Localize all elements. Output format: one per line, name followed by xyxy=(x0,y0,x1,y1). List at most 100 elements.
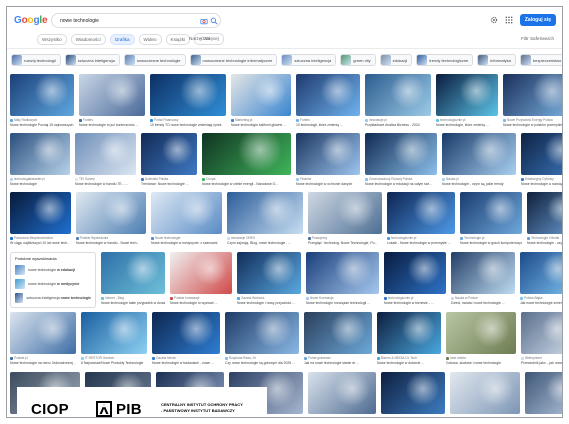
image-caption[interactable]: 10 technologii, które zmienią ... xyxy=(296,123,360,127)
image-caption[interactable]: Nowe technologie w edukacji na całym świ… xyxy=(365,182,437,186)
image-caption[interactable]: Przewodnik jako ...jak nowe technologie xyxy=(521,361,562,365)
image-source[interactable]: Polskie Wyobraźnia xyxy=(76,236,146,240)
image-caption[interactable]: Nowe technologie w medycynie, z szansami xyxy=(151,241,222,245)
image-source[interactable]: Portal gotowość xyxy=(304,356,372,360)
image-thumbnail[interactable] xyxy=(442,133,516,175)
image-result[interactable]: Polskie Wyobraźnia Nowe technologie w han… xyxy=(76,192,146,248)
refinement-chip[interactable]: nowoczesne technologie xyxy=(123,54,186,66)
image-thumbnail[interactable] xyxy=(152,312,220,354)
image-result[interactable]: Zrównoważony Rozwój Polska Nowe technolog… xyxy=(365,133,437,189)
tab-1[interactable]: Wiadomości xyxy=(70,33,106,45)
image-result[interactable]: Portal Finansowy 10 trendy TO nowe techno… xyxy=(150,74,226,130)
image-caption[interactable]: Nowe technologie w grach komputerowych .… xyxy=(460,241,522,245)
image-thumbnail[interactable] xyxy=(384,252,446,294)
image-result[interactable]: Dzieciaki Polska Trendowe: Nowe technolog… xyxy=(141,133,197,189)
image-caption[interactable]: Nowe technologie a rozwiązywanie - ja ..… xyxy=(521,182,562,186)
image-source[interactable]: technologiakwanter.pl xyxy=(10,177,70,181)
image-source[interactable]: Edukacyjny Cyfrowy xyxy=(521,177,562,181)
image-caption[interactable]: Czym zajmują. Blog, nowe technologie - .… xyxy=(227,241,303,245)
image-thumbnail[interactable] xyxy=(521,312,562,354)
image-result[interactable] xyxy=(450,372,520,417)
image-result[interactable]: Polska BajkaJak nowe technologie zmienią… xyxy=(520,252,562,308)
image-thumbnail[interactable] xyxy=(150,74,226,116)
image-source[interactable]: Panorama Bezpieczeństwa xyxy=(10,236,71,240)
image-thumbnail[interactable] xyxy=(451,252,515,294)
refinement-chip[interactable]: sztuczna inteligencja xyxy=(64,54,120,66)
image-result[interactable]: Biznes & MEDIA GL Tech Nowe technologie w… xyxy=(377,312,441,368)
image-source[interactable]: TEI Survey xyxy=(75,177,136,181)
image-result[interactable]: Nowe technologie Nowe technologie w medyc… xyxy=(151,192,222,248)
image-result[interactable]: Technologie i Media Nowe technologie - cz… xyxy=(527,192,562,248)
image-result[interactable]: Infonet - Blog Nowe technologie takie prz… xyxy=(101,252,165,308)
image-thumbnail[interactable] xyxy=(306,252,379,294)
image-source[interactable]: IT RESTOR Gamber xyxy=(81,356,147,360)
image-result[interactable] xyxy=(381,372,445,417)
image-caption[interactable]: Nowe technologie takie przypadek w doraz… xyxy=(101,301,165,305)
refinement-chip[interactable]: sztuczna inteligencja xyxy=(281,54,337,66)
tab-3[interactable]: Wideo xyxy=(138,33,162,45)
image-thumbnail[interactable] xyxy=(436,74,498,116)
image-result[interactable]: Portal gotowość Jak na nowe technologie s… xyxy=(304,312,372,368)
refinement-chip[interactable]: informatyka xyxy=(477,54,516,66)
image-source[interactable]: Inne media xyxy=(446,356,516,360)
image-result[interactable]: Polskie.pl Nowe technologie na rzecz Jedn… xyxy=(10,312,76,368)
image-thumbnail[interactable] xyxy=(296,74,360,116)
image-result[interactable]: Panorama Bezpieczeństwa W ciągu najbliższ… xyxy=(10,192,71,248)
image-thumbnail[interactable] xyxy=(79,74,145,116)
related-search-item[interactable]: nowe technologie w medycynie xyxy=(15,278,91,290)
image-caption[interactable]: Nowe technologie w handlu TE - ... xyxy=(75,182,136,186)
image-caption[interactable]: W ciągu najbliższych 10 lat nowe tech... xyxy=(10,241,71,245)
image-source[interactable]: Gazeta Nieda xyxy=(152,356,220,360)
refinement-chip[interactable]: bezpieczeństwo technologie xyxy=(519,54,562,66)
image-source[interactable]: Wieloprzem xyxy=(521,356,562,360)
image-caption[interactable]: Nowe technologie Poznaj 15 najnowszych xyxy=(10,123,74,127)
image-source[interactable]: Dzieciaki Polska xyxy=(141,177,197,181)
image-source[interactable]: technologicznie.pl xyxy=(384,296,446,300)
image-thumbnail[interactable] xyxy=(525,372,562,414)
image-source[interactable]: Zrównoważony Rozwój Polska xyxy=(365,177,437,181)
search-input[interactable] xyxy=(60,16,175,26)
image-thumbnail[interactable] xyxy=(381,372,445,414)
safesearch-button[interactable]: Filtr SafeSearch xyxy=(521,36,554,41)
image-result[interactable]: Chopa Nowe technologie w ciebie energii -… xyxy=(202,133,291,189)
image-thumbnail[interactable] xyxy=(446,312,516,354)
image-caption[interactable]: Nowe technologie na rzecz Jednostronnej … xyxy=(10,361,76,365)
image-source[interactable]: technologicznie.pl xyxy=(436,118,498,122)
image-thumbnail[interactable] xyxy=(520,252,562,294)
image-thumbnail[interactable] xyxy=(231,74,291,116)
image-source[interactable]: Forbes xyxy=(296,118,360,122)
image-result[interactable]: Nauka w Polsce Dzieci, świata i nowe tech… xyxy=(451,252,515,308)
image-thumbnail[interactable] xyxy=(225,312,299,354)
image-result[interactable]: technologiakwanter.pl Nowe technologie xyxy=(10,133,70,189)
image-caption[interactable]: Lokale - Nowe technologie w przemyśle ..… xyxy=(387,241,455,245)
image-source[interactable]: Polskie Innowacje xyxy=(170,296,232,300)
image-result[interactable]: Nowe Przyszłość Energy Polska Nowe techno… xyxy=(503,74,562,130)
image-result[interactable]: Gazeta Nieda Nowe technologie w badaniach… xyxy=(152,312,220,368)
search-icon[interactable] xyxy=(210,17,218,25)
image-caption[interactable]: 10 trendy TO nowe technologie zmieniają … xyxy=(150,123,226,127)
tab-2[interactable]: Grafika xyxy=(109,33,135,45)
image-result[interactable]: Forbes Nowe technologie to już koniecznoś… xyxy=(79,74,145,130)
image-source[interactable]: Biznes & MEDIA GL Tech xyxy=(377,356,441,360)
image-result[interactable]: Rządowa Rada, Dr Czy nowe technologie są … xyxy=(225,312,299,368)
image-caption[interactable]: Nowe technologie - czy ... xyxy=(527,241,562,245)
image-thumbnail[interactable] xyxy=(296,133,360,175)
image-source[interactable]: Innowacje.pl xyxy=(365,118,431,122)
refinement-chip[interactable]: rozwój technologii xyxy=(11,54,61,66)
image-caption[interactable]: Dzieci, świata i nowe technologie ... xyxy=(451,301,515,305)
related-search-item[interactable]: nowe technologie w edukacji xyxy=(15,264,91,276)
image-caption[interactable]: Przykładowe Analiza Biznesu - 2024 xyxy=(365,123,431,127)
image-result[interactable]: innowacje ORES Czym zajmują. Blog, nowe t… xyxy=(227,192,303,248)
image-caption[interactable]: Nowe technologie - czym są, jakie trendy xyxy=(442,182,516,186)
image-result[interactable]: Gazeta Wolność Nowe technologie i nowy pr… xyxy=(237,252,301,308)
image-result[interactable] xyxy=(308,372,376,417)
image-thumbnail[interactable] xyxy=(503,74,562,116)
image-source[interactable]: Gazeta Wolność xyxy=(237,296,301,300)
image-thumbnail[interactable] xyxy=(10,312,76,354)
image-result[interactable]: IT RESTOR Gamber 6 Najnowsze/Nowe Produkt… xyxy=(81,312,147,368)
image-source[interactable]: Technologie i Media xyxy=(527,236,562,240)
image-result[interactable]: Inne media Gotowa, skalowe i nowe technol… xyxy=(446,312,516,368)
image-thumbnail[interactable] xyxy=(521,133,562,175)
image-result[interactable] xyxy=(525,372,562,417)
image-thumbnail[interactable] xyxy=(76,192,146,234)
